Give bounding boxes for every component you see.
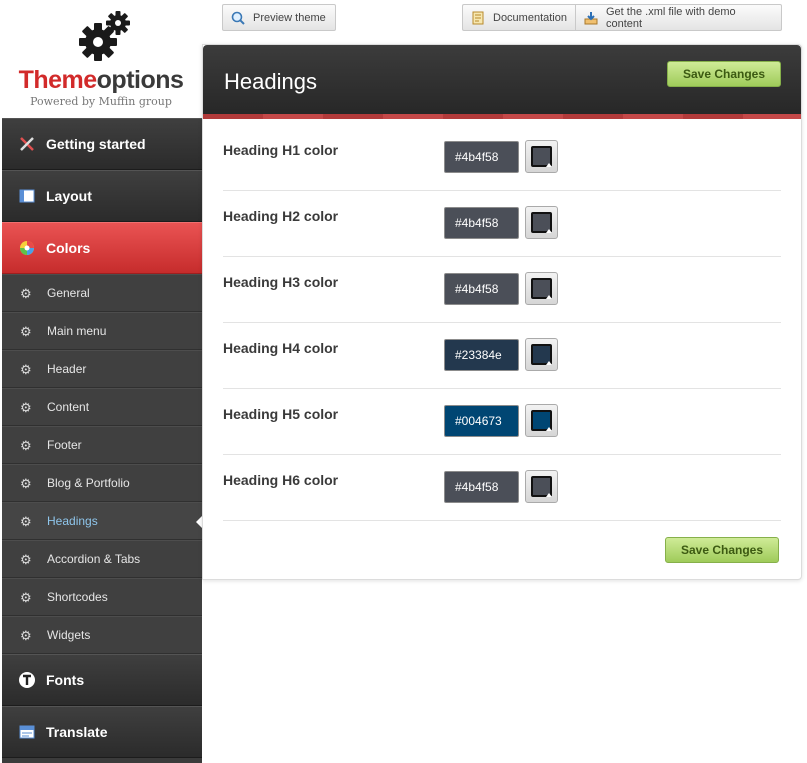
sidebar-sub-label: Main menu xyxy=(47,324,107,338)
heading-h1-row: Heading H1 color #4b4f58 xyxy=(223,125,781,191)
heading-h1-color-picker[interactable] xyxy=(525,140,558,173)
sidebar-sub-item-blog-portfolio[interactable]: ⚙ Blog & Portfolio xyxy=(2,464,202,502)
sidebar-label: Getting started xyxy=(46,136,146,152)
heading-h3-label: Heading H3 color xyxy=(223,274,339,290)
sidebar-item-layout[interactable]: Layout xyxy=(2,170,202,222)
gear-icon: ⚙ xyxy=(20,551,32,567)
sidebar-sub-label: Blog & Portfolio xyxy=(47,476,130,490)
preview-theme-label: Preview theme xyxy=(253,11,326,24)
documentation-button[interactable]: Documentation xyxy=(462,4,575,31)
sidebar-label: Layout xyxy=(46,188,92,204)
gears-icon xyxy=(79,11,130,61)
sidebar-sub-label: Accordion & Tabs xyxy=(47,552,141,566)
documentation-label: Documentation xyxy=(493,11,567,24)
heading-h4-color-picker[interactable] xyxy=(525,338,558,371)
heading-h6-color-input[interactable]: #4b4f58 xyxy=(444,471,519,503)
sidebar-item-colors[interactable]: Colors xyxy=(2,222,202,274)
sidebar-sub-label: Widgets xyxy=(47,628,91,642)
heading-h2-row: Heading H2 color #4b4f58 xyxy=(223,191,781,257)
sidebar-item-fonts[interactable]: Fonts xyxy=(2,654,202,706)
font-icon xyxy=(18,671,36,689)
save-changes-button-bottom[interactable]: Save Changes xyxy=(665,537,779,563)
color-wheel-icon xyxy=(18,239,36,257)
gear-icon: ⚙ xyxy=(20,475,32,491)
gear-icon: ⚙ xyxy=(20,513,32,529)
heading-h3-row: Heading H3 color #4b4f58 xyxy=(223,257,781,323)
layout-icon xyxy=(18,187,36,205)
heading-h6-label: Heading H6 color xyxy=(223,472,339,488)
sidebar-label: Fonts xyxy=(46,672,85,688)
heading-h5-label: Heading H5 color xyxy=(223,406,339,422)
tools-icon xyxy=(18,135,36,153)
heading-h6-color-picker[interactable] xyxy=(525,470,558,503)
brand-tagline: Powered by Muffin group xyxy=(30,95,172,108)
gear-icon: ⚙ xyxy=(20,627,32,643)
sidebar-label: Translate xyxy=(46,724,108,740)
sidebar-label: Colors xyxy=(46,240,91,256)
brand-name: Themeoptions xyxy=(0,66,202,95)
headings-panel: Headings Save Changes Heading H1 color #… xyxy=(202,44,802,580)
preview-theme-button[interactable]: Preview theme xyxy=(222,4,336,31)
heading-h6-row: Heading H6 color #4b4f58 xyxy=(223,455,781,521)
sidebar-item-translate[interactable]: Translate xyxy=(2,706,202,758)
heading-h3-color-picker[interactable] xyxy=(525,272,558,305)
heading-h2-label: Heading H2 color xyxy=(223,208,339,224)
sidebar-sub-item-headings[interactable]: ⚙ Headings xyxy=(2,502,202,540)
gear-icon: ⚙ xyxy=(20,285,32,301)
sidebar-sub-label: Shortcodes xyxy=(47,590,108,604)
sidebar-sub-label: Headings xyxy=(47,514,98,528)
heading-h3-color-input[interactable]: #4b4f58 xyxy=(444,273,519,305)
translate-icon xyxy=(18,723,36,741)
sidebar-sub-label: Footer xyxy=(47,438,82,452)
gear-icon: ⚙ xyxy=(20,399,32,415)
heading-h5-color-input[interactable]: #004673 xyxy=(444,405,519,437)
save-changes-button-top[interactable]: Save Changes xyxy=(667,61,781,87)
heading-h4-color-input[interactable]: #23384e xyxy=(444,339,519,371)
gear-icon: ⚙ xyxy=(20,437,32,453)
download-icon xyxy=(584,11,598,25)
heading-h5-row: Heading H5 color #004673 xyxy=(223,389,781,455)
sidebar-sub-item-accordion-tabs[interactable]: ⚙ Accordion & Tabs xyxy=(2,540,202,578)
heading-h1-color-input[interactable]: #4b4f58 xyxy=(444,141,519,173)
xml-demo-label: Get the .xml file with demo content xyxy=(606,5,736,30)
sidebar-sub-label: Content xyxy=(47,400,90,414)
sidebar-sub-item-header[interactable]: ⚙ Header xyxy=(2,350,202,388)
sidebar-item-getting-started[interactable]: Getting started xyxy=(2,118,202,170)
brand-part1: Theme xyxy=(18,66,98,94)
heading-h4-row: Heading H4 color #23384e xyxy=(223,323,781,389)
sidebar-sub-item-content[interactable]: ⚙ Content xyxy=(2,388,202,426)
heading-h4-label: Heading H4 color xyxy=(223,340,339,356)
heading-h1-label: Heading H1 color xyxy=(223,142,339,158)
brand-part2: options xyxy=(96,66,184,94)
magnifier-icon xyxy=(231,11,245,25)
gear-icon: ⚙ xyxy=(20,361,32,377)
sidebar-sub-item-general[interactable]: ⚙ General xyxy=(2,274,202,312)
sidebar-sub-item-footer[interactable]: ⚙ Footer xyxy=(2,426,202,464)
heading-h2-color-picker[interactable] xyxy=(525,206,558,239)
gear-icon: ⚙ xyxy=(20,323,32,339)
color-settings-list: Heading H1 color #4b4f58 Heading H2 colo… xyxy=(223,125,781,521)
header-stripe xyxy=(203,114,801,119)
document-icon xyxy=(471,11,485,25)
sidebar-sub-label: Header xyxy=(47,362,87,376)
sidebar-sub-label: General xyxy=(47,286,90,300)
heading-h2-color-input[interactable]: #4b4f58 xyxy=(444,207,519,239)
sidebar-sub-item-main-menu[interactable]: ⚙ Main menu xyxy=(2,312,202,350)
sidebar-sub-item-widgets[interactable]: ⚙ Widgets xyxy=(2,616,202,654)
sidebar: Getting started Layout Colors ⚙ General ⚙… xyxy=(2,118,202,763)
page-title: Headings xyxy=(224,69,317,94)
sidebar-sub-item-shortcodes[interactable]: ⚙ Shortcodes xyxy=(2,578,202,616)
heading-h5-color-picker[interactable] xyxy=(525,404,558,437)
xml-demo-button[interactable]: Get the .xml file with demo content xyxy=(575,4,782,31)
gear-icon: ⚙ xyxy=(20,589,32,605)
logo: Themeoptions Powered by Muffin group xyxy=(0,0,202,118)
